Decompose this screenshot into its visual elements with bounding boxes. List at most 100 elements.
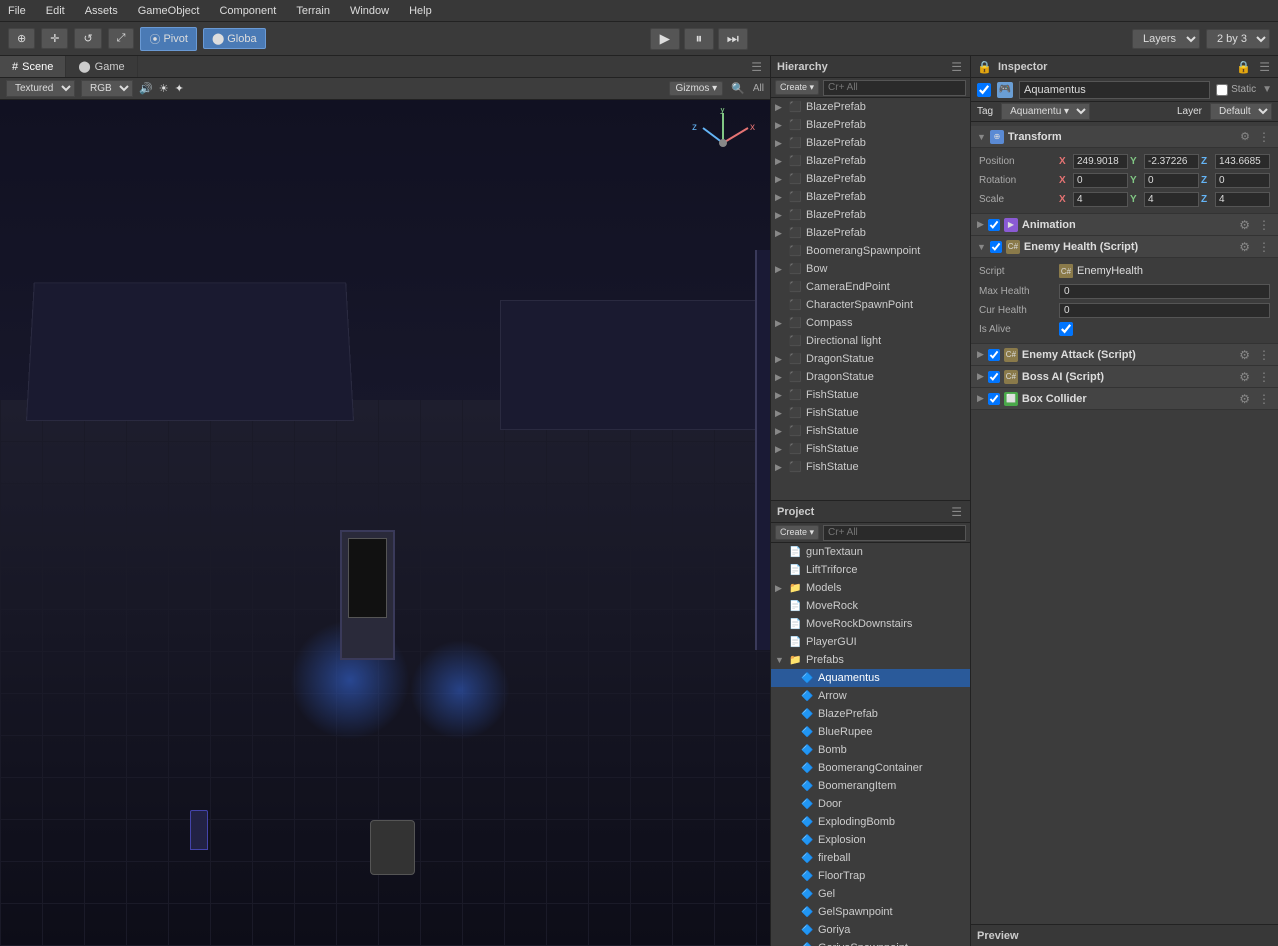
tag-dropdown[interactable]: Aquamentu ▾ [1001, 103, 1090, 120]
animation-header[interactable]: ▶ ▶ Animation ⚙ ⋮ [971, 214, 1278, 236]
rot-x-input[interactable] [1073, 173, 1128, 188]
animation-more-btn[interactable]: ⋮ [1256, 218, 1272, 232]
object-active-checkbox[interactable] [977, 83, 991, 97]
static-checkbox[interactable] [1216, 84, 1228, 96]
scale-z-input[interactable] [1215, 192, 1270, 207]
max-health-input[interactable] [1059, 284, 1270, 299]
tree-item-blazeprefab-5[interactable]: ▶ ⬛ BlazePrefab [771, 170, 970, 188]
project-menu-btn[interactable]: ☰ [949, 505, 964, 519]
tree-item-fishstatue-1[interactable]: ▶ ⬛ FishStatue [771, 386, 970, 404]
project-item-bomb[interactable]: ▶ 🔷 Bomb [771, 741, 970, 759]
hand-tool-btn[interactable]: ⊕ [8, 28, 35, 49]
layer-dropdown[interactable]: Default [1210, 103, 1272, 120]
gizmos-btn[interactable]: Gizmos ▾ [669, 81, 723, 96]
cur-health-input[interactable] [1059, 303, 1270, 318]
project-item-boomerangitem[interactable]: ▶ 🔷 BoomerangItem [771, 777, 970, 795]
pos-x-input[interactable] [1073, 154, 1128, 169]
project-item-explosion[interactable]: ▶ 🔷 Explosion [771, 831, 970, 849]
pivot-btn[interactable]: ⦿ Pivot [140, 27, 196, 51]
inspector-lock-btn[interactable]: 🔒 [1234, 60, 1253, 74]
tree-item-boomerangspawnpoint[interactable]: ▶ ⬛ BoomerangSpawnpoint [771, 242, 970, 260]
object-name-input[interactable] [1019, 81, 1210, 99]
project-item-goriya[interactable]: ▶ 🔷 Goriya [771, 921, 970, 939]
tree-item-cameraendpoint[interactable]: ▶ ⬛ CameraEndPoint [771, 278, 970, 296]
project-item-explodingbomb[interactable]: ▶ 🔷 ExplodingBomb [771, 813, 970, 831]
menu-item-help[interactable]: Help [405, 3, 436, 19]
project-item-moverock[interactable]: ▶ 📄 MoveRock [771, 597, 970, 615]
scale-tool-btn[interactable]: ⤢ [108, 28, 135, 49]
animation-settings-btn[interactable]: ⚙ [1237, 218, 1252, 232]
step-btn[interactable]: ⏭ [718, 28, 748, 50]
project-item-door[interactable]: ▶ 🔷 Door [771, 795, 970, 813]
menu-item-component[interactable]: Component [215, 3, 280, 19]
menu-item-file[interactable]: File [4, 3, 30, 19]
tree-item-compass[interactable]: ▶ ⬛ Compass [771, 314, 970, 332]
move-tool-btn[interactable]: ✛ [41, 28, 68, 49]
boxcollider-settings-btn[interactable]: ⚙ [1237, 392, 1252, 406]
scale-x-input[interactable] [1073, 192, 1128, 207]
project-item-aquamentus[interactable]: ▶ 🔷 Aquamentus [771, 669, 970, 687]
tree-item-fishstatue-5[interactable]: ▶ ⬛ FishStatue [771, 458, 970, 476]
menu-item-assets[interactable]: Assets [81, 3, 122, 19]
transform-settings-btn[interactable]: ⚙ [1238, 130, 1252, 143]
enemyhealth-settings-btn[interactable]: ⚙ [1237, 240, 1252, 254]
hierarchy-create-btn[interactable]: Create ▾ [775, 80, 819, 95]
tree-item-directional-light[interactable]: ▶ ⬛ Directional light [771, 332, 970, 350]
boxcollider-more-btn[interactable]: ⋮ [1256, 392, 1272, 406]
hierarchy-menu-btn[interactable]: ☰ [949, 60, 964, 74]
project-item-guntextaun[interactable]: ▶ 📄 gunTextaun [771, 543, 970, 561]
project-item-bluerupee[interactable]: ▶ 🔷 BlueRupee [771, 723, 970, 741]
tree-item-blazeprefab-1[interactable]: ▶ ⬛ BlazePrefab [771, 98, 970, 116]
color-select[interactable]: RGB [81, 80, 133, 97]
transform-header[interactable]: ▼ ⊕ Transform ⚙ ⋮ [971, 126, 1278, 148]
pos-y-input[interactable] [1144, 154, 1199, 169]
project-item-playergui[interactable]: ▶ 📄 PlayerGUI [771, 633, 970, 651]
tree-item-fishstatue-3[interactable]: ▶ ⬛ FishStatue [771, 422, 970, 440]
box-collider-header[interactable]: ▶ ⬜ Box Collider ⚙ ⋮ [971, 388, 1278, 410]
menu-item-gameobject[interactable]: GameObject [134, 3, 204, 19]
menu-item-terrain[interactable]: Terrain [292, 3, 334, 19]
project-item-gel[interactable]: ▶ 🔷 Gel [771, 885, 970, 903]
tree-item-dragonstatue-2[interactable]: ▶ ⬛ DragonStatue [771, 368, 970, 386]
bossai-settings-btn[interactable]: ⚙ [1237, 370, 1252, 384]
enemyattack-more-btn[interactable]: ⋮ [1256, 348, 1272, 362]
scale-y-input[interactable] [1144, 192, 1199, 207]
tree-item-dragonstatue-1[interactable]: ▶ ⬛ DragonStatue [771, 350, 970, 368]
tree-item-bow[interactable]: ▶ ⬛ Bow [771, 260, 970, 278]
enemyhealth-more-btn[interactable]: ⋮ [1256, 240, 1272, 254]
enemyattack-settings-btn[interactable]: ⚙ [1237, 348, 1252, 362]
tree-item-blazeprefab-4[interactable]: ▶ ⬛ BlazePrefab [771, 152, 970, 170]
bossai-more-btn[interactable]: ⋮ [1256, 370, 1272, 384]
rot-z-input[interactable] [1215, 173, 1270, 188]
viewport-menu-btn[interactable]: ☰ [749, 60, 764, 74]
inspector-menu-btn[interactable]: ☰ [1257, 60, 1272, 74]
tree-item-blazeprefab-2[interactable]: ▶ ⬛ BlazePrefab [771, 116, 970, 134]
project-item-blazeprefab[interactable]: ▶ 🔷 BlazePrefab [771, 705, 970, 723]
menu-item-edit[interactable]: Edit [42, 3, 69, 19]
enemyattack-enable-checkbox[interactable] [988, 349, 1000, 361]
bossai-enable-checkbox[interactable] [988, 371, 1000, 383]
enemy-attack-header[interactable]: ▶ C# Enemy Attack (Script) ⚙ ⋮ [971, 344, 1278, 366]
layout-dropdown[interactable]: 2 by 3 [1206, 29, 1270, 49]
tab-game[interactable]: ⬤ Game [66, 56, 137, 77]
enemyhealth-enable-checkbox[interactable] [990, 241, 1002, 253]
enemy-health-header[interactable]: ▼ C# Enemy Health (Script) ⚙ ⋮ [971, 236, 1278, 258]
project-item-floortrap[interactable]: ▶ 🔷 FloorTrap [771, 867, 970, 885]
tab-scene[interactable]: # Scene [0, 56, 66, 77]
pause-btn[interactable]: ⏸ [684, 28, 714, 50]
project-item-arrow[interactable]: ▶ 🔷 Arrow [771, 687, 970, 705]
tree-item-characterspawnpoint[interactable]: ▶ ⬛ CharacterSpawnPoint [771, 296, 970, 314]
boxcollider-enable-checkbox[interactable] [988, 393, 1000, 405]
tree-item-blazeprefab-6[interactable]: ▶ ⬛ BlazePrefab [771, 188, 970, 206]
viewport-canvas[interactable]: x y z [0, 100, 770, 946]
project-item-gelspawnpoint[interactable]: ▶ 🔷 GelSpawnpoint [771, 903, 970, 921]
static-dropdown-arrow[interactable]: ▼ [1262, 84, 1272, 95]
hierarchy-search[interactable] [823, 80, 966, 96]
project-create-btn[interactable]: Create ▾ [775, 525, 819, 540]
project-item-fireball[interactable]: ▶ 🔷 fireball [771, 849, 970, 867]
shading-select[interactable]: Textured [6, 80, 75, 97]
tree-item-blazeprefab-8[interactable]: ▶ ⬛ BlazePrefab [771, 224, 970, 242]
project-item-goriyaspawnpoint[interactable]: ▶ 🔷 GoriyaSpawnpoint [771, 939, 970, 946]
tree-item-blazeprefab-7[interactable]: ▶ ⬛ BlazePrefab [771, 206, 970, 224]
pos-z-input[interactable] [1215, 154, 1270, 169]
